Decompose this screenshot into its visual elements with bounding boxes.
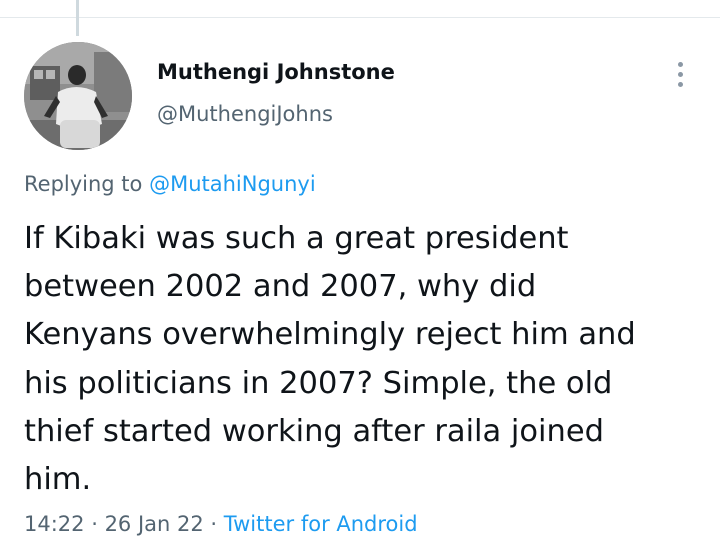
tweet-text-line: thief started working after raila joined bbox=[24, 413, 604, 449]
profile-photo-icon bbox=[24, 42, 132, 150]
meta-separator: · bbox=[84, 512, 105, 536]
thread-connector-line bbox=[76, 0, 79, 36]
tweet-text-line: If Kibaki was such a great president bbox=[24, 221, 569, 256]
more-vertical-icon bbox=[677, 61, 683, 67]
tweet-date[interactable]: 26 Jan 22 bbox=[105, 512, 204, 536]
tweet-text-line: Kenyans overwhelmingly reject him and bbox=[24, 317, 636, 353]
tweet-text-line: between 2002 and 2007, why did bbox=[24, 269, 537, 305]
reply-mention-link[interactable]: @MutahiNgunyi bbox=[149, 172, 316, 196]
display-name[interactable]: Muthengi Johnstone bbox=[157, 60, 395, 84]
tweet-text-line: him. bbox=[24, 462, 92, 498]
tweet-text-line: his politicians in 2007? Simple, the old bbox=[24, 365, 613, 401]
more-options-button[interactable] bbox=[664, 56, 696, 92]
tweet-time[interactable]: 14:22 bbox=[24, 512, 85, 536]
replying-to: Replying to @MutahiNgunyi bbox=[24, 172, 316, 196]
avatar[interactable] bbox=[24, 42, 132, 150]
tweet-source-link[interactable]: Twitter for Android bbox=[224, 512, 418, 536]
user-handle[interactable]: @MuthengiJohns bbox=[157, 102, 333, 126]
tweet-text: If Kibaki was such a great president bet… bbox=[24, 215, 704, 504]
replying-to-label: Replying to bbox=[24, 172, 150, 196]
meta-separator: · bbox=[203, 512, 224, 536]
tweet-detail: Muthengi Johnstone @MuthengiJohns Replyi… bbox=[0, 0, 720, 552]
divider bbox=[0, 17, 720, 18]
tweet-metadata: 14:22 · 26 Jan 22 · Twitter for Android bbox=[24, 512, 418, 536]
